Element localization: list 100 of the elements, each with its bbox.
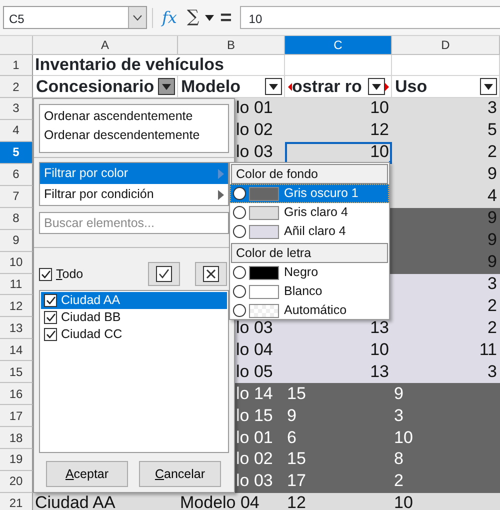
row-header[interactable]: 17 (0, 405, 33, 428)
color-option[interactable]: Añil claro 4 (230, 222, 389, 241)
row-header[interactable]: 6 (0, 164, 33, 186)
row-header[interactable]: 8 (0, 208, 33, 230)
filter-dropdown-button[interactable] (368, 78, 385, 95)
function-wizard-button[interactable]: fx (162, 6, 177, 30)
cell-text: lo 05 (236, 362, 273, 382)
cell-text: 12 (287, 493, 306, 510)
cell-text: 9 (287, 406, 296, 426)
list-item[interactable]: Ciudad AA (41, 292, 227, 309)
dropdown-button[interactable] (128, 7, 146, 28)
column-header[interactable]: A (33, 36, 178, 55)
radio-button[interactable] (233, 266, 246, 279)
caret-icon (484, 84, 493, 90)
caret-icon (162, 84, 171, 90)
list-item[interactable]: Ciudad CC (41, 326, 227, 343)
row-header[interactable]: 1 (0, 55, 33, 76)
formula-button[interactable]: = (220, 2, 232, 32)
row-header[interactable]: 3 (0, 98, 33, 120)
row-header[interactable]: 11 (0, 274, 33, 296)
row-header[interactable]: 18 (0, 427, 33, 449)
cell-text: 13 (370, 362, 389, 382)
radio-button[interactable] (233, 187, 246, 200)
dialog-button[interactable]: Aceptar (46, 461, 128, 487)
filter-dropdown-button[interactable] (480, 78, 497, 95)
cell-text: Modelo 04 (180, 493, 260, 510)
column-header[interactable]: D (392, 36, 500, 55)
cell-text: lo 03 (236, 142, 273, 162)
color-option[interactable]: Gris oscuro 1 (230, 184, 389, 203)
menu-item[interactable]: Ordenar ascendentemente (40, 107, 228, 126)
color-option[interactable]: Automático (230, 301, 389, 320)
row-header[interactable]: 5 (0, 142, 33, 164)
selected-cell[interactable]: 10 (285, 142, 392, 164)
cell-text: 9 (488, 252, 497, 272)
radio-button[interactable] (233, 206, 246, 219)
cell-text: lo 01 (236, 428, 273, 448)
menu-item[interactable]: Ordenar descendentemente (40, 126, 228, 145)
row-header[interactable]: 4 (0, 120, 33, 142)
row-header[interactable]: 12 (0, 295, 33, 318)
column-header[interactable]: B (178, 36, 285, 55)
cell-text: 9 (488, 208, 497, 228)
formula-field[interactable]: 10 (240, 6, 500, 29)
row-header[interactable]: 20 (0, 470, 33, 493)
checkbox[interactable] (44, 311, 57, 324)
dialog-button[interactable]: Cancelar (139, 461, 221, 487)
row-header[interactable]: 7 (0, 186, 33, 208)
radio-button[interactable] (233, 225, 246, 238)
cell-text: 2 (488, 142, 497, 162)
chevron-icon (133, 14, 142, 20)
sheet-title: Inventario de vehículos (35, 55, 224, 75)
cell-text: lo 15 (236, 406, 273, 426)
caret-icon (269, 84, 278, 90)
checkmark-icon (40, 270, 50, 278)
filter-dropdown-button[interactable] (158, 78, 175, 95)
color-option[interactable]: Negro (230, 263, 389, 282)
column-heading: Uso (395, 76, 428, 97)
submenu-arrow-icon (218, 168, 224, 178)
row-header[interactable]: 2 (0, 76, 33, 98)
column-heading: Concesionario (36, 76, 156, 97)
sum-menu-button[interactable] (205, 14, 214, 20)
color-option[interactable]: Gris claro 4 (230, 203, 389, 222)
cell-text: 9 (488, 164, 497, 184)
radio-button[interactable] (233, 304, 246, 317)
checkbox[interactable] (44, 328, 57, 341)
cell-text: 8 (394, 449, 404, 470)
row-header[interactable]: 9 (0, 230, 33, 252)
row-header[interactable]: 19 (0, 449, 33, 471)
cell-text: 3 (488, 98, 497, 118)
list-item[interactable]: Ciudad BB (41, 309, 227, 326)
all-checkbox[interactable]: Todo (39, 264, 148, 284)
cell-text: 3 (488, 362, 497, 382)
row-header[interactable]: 21 (0, 492, 33, 510)
cell-text: 11 (479, 340, 497, 360)
row-header[interactable]: 16 (0, 383, 33, 406)
search-field[interactable]: Buscar elementos... (39, 212, 229, 234)
caret-icon (372, 84, 381, 90)
sum-button[interactable]: ∑ (186, 4, 200, 30)
filter-dropdown-button[interactable] (265, 78, 282, 95)
checkbox[interactable] (44, 294, 57, 307)
row-header[interactable]: 10 (0, 252, 33, 274)
menu-item[interactable]: Filtrar por condición (40, 184, 228, 205)
cell-text: 15 (287, 449, 306, 470)
check-all-button[interactable] (148, 262, 180, 286)
row-header[interactable]: 15 (0, 361, 33, 384)
column-header[interactable]: C (285, 36, 392, 55)
row-header[interactable]: 14 (0, 339, 33, 362)
cell-text: 10 (394, 493, 413, 510)
cell-text: 2 (488, 296, 497, 316)
color-option[interactable]: Blanco (230, 282, 389, 301)
cell-text: 6 (287, 428, 296, 448)
name-box[interactable]: C5 (3, 6, 147, 29)
cell-text: 9 (488, 230, 497, 250)
row-header[interactable]: 13 (0, 317, 33, 340)
caret-icon (205, 14, 214, 20)
menu-item[interactable]: Filtrar por color (40, 163, 228, 184)
cell-text: 5 (488, 120, 497, 140)
radio-button[interactable] (233, 285, 246, 298)
cell-text: lo 02 (236, 449, 273, 470)
uncheck-all-button[interactable] (195, 262, 227, 286)
cell-text: 9 (394, 384, 404, 404)
